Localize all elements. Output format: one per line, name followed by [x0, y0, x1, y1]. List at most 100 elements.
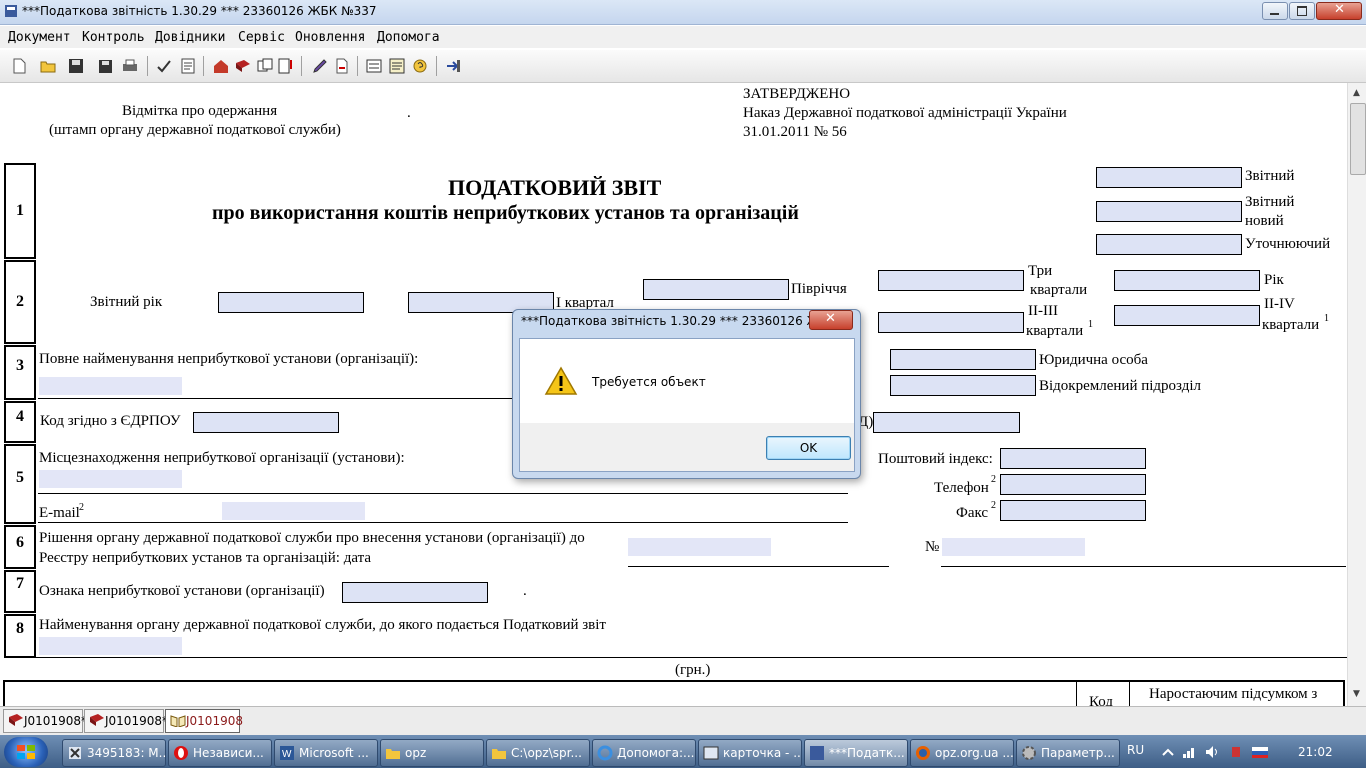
form-view-icon[interactable]	[389, 58, 405, 74]
taskbar-item[interactable]: Параметр...	[1016, 739, 1120, 767]
taskbar-item[interactable]: Допомога:...	[592, 739, 696, 767]
toolbar-separator	[436, 56, 437, 76]
expand-tray-icon[interactable]	[1160, 745, 1176, 759]
edit-icon[interactable]	[312, 58, 328, 74]
svg-text:W: W	[282, 749, 292, 760]
doc-tab-label: J0101908	[186, 714, 243, 728]
data-table: Код Наростаючим підсумком з	[3, 680, 1345, 706]
year-checkbox[interactable]	[1114, 270, 1260, 291]
settings-icon[interactable]	[366, 58, 382, 74]
order-line: Наказ Державної податкової адміністрації…	[743, 105, 1067, 121]
scroll-up-icon[interactable]: ▲	[1353, 88, 1360, 98]
tax-authority-input[interactable]	[39, 637, 182, 655]
menu-updates[interactable]: Оновлення	[295, 30, 365, 45]
scroll-down-icon[interactable]: ▼	[1353, 689, 1360, 699]
taskbar-item[interactable]: opz	[380, 739, 484, 767]
book-icon[interactable]	[235, 58, 251, 74]
dialog-close-button[interactable]: ✕	[809, 310, 853, 330]
print-icon[interactable]	[122, 58, 138, 74]
row-number: 4	[4, 401, 36, 443]
save-icon[interactable]	[68, 58, 84, 74]
phone-input[interactable]	[1000, 474, 1146, 495]
save-all-icon[interactable]	[97, 58, 113, 74]
home-icon[interactable]	[213, 58, 229, 74]
zvitnyi-novyi-checkbox[interactable]	[1096, 201, 1242, 222]
volume-icon[interactable]	[1205, 745, 1221, 759]
doc-tab-label: J0101908*	[105, 714, 168, 728]
q24-checkbox[interactable]	[1114, 305, 1260, 326]
clock[interactable]: 21:02	[1298, 745, 1333, 759]
doc-tab-active[interactable]: J0101908	[165, 709, 243, 733]
usb-icon[interactable]	[1228, 745, 1244, 759]
table-head-cumulative: Наростаючим підсумком з	[1149, 686, 1318, 702]
three-quarters-label: квартали	[1030, 282, 1088, 298]
start-button[interactable]	[4, 737, 48, 767]
taskbar-item[interactable]: W Microsoft ...	[274, 739, 378, 767]
menu-help[interactable]: Допомога	[377, 30, 440, 45]
ok-button-label: OK	[799, 441, 818, 455]
half-year-checkbox[interactable]	[643, 279, 789, 300]
three-quarters-checkbox[interactable]	[878, 270, 1024, 291]
taskbar-item[interactable]: opz.org.ua ...	[910, 739, 1014, 767]
year-label: Рік	[1264, 272, 1284, 288]
location-input[interactable]	[39, 470, 182, 488]
zvitnyi-novyi-label: Звітний	[1245, 194, 1295, 210]
language-indicator[interactable]: RU	[1127, 743, 1144, 757]
pdf-icon[interactable]	[334, 58, 350, 74]
row-number: 8	[4, 614, 36, 658]
utochniuiuchyi-checkbox[interactable]	[1096, 234, 1242, 255]
open-folder-icon[interactable]	[40, 58, 56, 74]
legal-entity-checkbox[interactable]	[890, 349, 1036, 370]
maximize-button[interactable]	[1289, 2, 1315, 20]
form-subtitle: про використання коштів неприбуткових ус…	[212, 202, 799, 224]
scroll-thumb[interactable]	[1350, 103, 1366, 175]
menu-references[interactable]: Довідники	[155, 30, 225, 45]
taskbar-item[interactable]: Независи...	[168, 739, 272, 767]
doc-tab[interactable]: J0101908*	[3, 709, 87, 733]
network-icon[interactable]	[1182, 745, 1198, 759]
decision-number-input[interactable]	[942, 538, 1085, 556]
zvitnyi-checkbox[interactable]	[1096, 167, 1242, 188]
org-sign-input[interactable]	[342, 582, 488, 603]
menu-service[interactable]: Сервіс	[238, 30, 285, 45]
warning-icon	[544, 366, 578, 395]
footnote-sup: 1	[1324, 313, 1329, 324]
taskbar-item-active[interactable]: ***Податк...	[804, 739, 908, 767]
alert-icon[interactable]	[278, 58, 294, 74]
taskbar-item[interactable]: 3495183: М...	[62, 739, 166, 767]
edrpou-input[interactable]	[193, 412, 339, 433]
divider	[38, 522, 848, 523]
report-year-input[interactable]	[218, 292, 364, 313]
check-icon[interactable]	[156, 58, 172, 74]
new-document-icon[interactable]	[11, 58, 27, 74]
exit-icon[interactable]	[445, 58, 461, 74]
doc-tab[interactable]: J0101908*	[84, 709, 168, 733]
org-name-input[interactable]	[39, 377, 182, 395]
document-list-icon[interactable]	[180, 58, 196, 74]
close-button[interactable]: ✕	[1316, 2, 1362, 20]
fax-input[interactable]	[1000, 500, 1146, 521]
copy-icon[interactable]	[257, 58, 273, 74]
decision-date-input[interactable]	[628, 538, 771, 556]
taskbar-item[interactable]: карточка - ...	[698, 739, 802, 767]
divider	[941, 566, 1346, 567]
id-code-input[interactable]	[873, 412, 1020, 433]
firefox-icon	[916, 746, 930, 760]
ok-button[interactable]: OK	[766, 436, 851, 460]
menu-bar: Документ Контроль Довідники Сервіс Оновл…	[0, 26, 1366, 48]
menu-document[interactable]: Документ	[8, 30, 71, 45]
vertical-scrollbar[interactable]: ▲ ▼	[1347, 83, 1366, 706]
branch-checkbox[interactable]	[890, 375, 1036, 396]
postal-input[interactable]	[1000, 448, 1146, 469]
half-year-label: Півріччя	[791, 281, 847, 297]
row-number: 2	[4, 260, 36, 344]
q23-checkbox[interactable]	[878, 312, 1024, 333]
menu-control[interactable]: Контроль	[82, 30, 145, 45]
flag-icon[interactable]	[1251, 745, 1269, 759]
q23-label: II-III	[1028, 303, 1058, 319]
taskbar-item[interactable]: C:\opz\spr...	[486, 739, 590, 767]
email-input[interactable]	[222, 502, 365, 520]
help-pointer-icon[interactable]	[412, 58, 428, 74]
minimize-button[interactable]	[1262, 2, 1288, 20]
dialog-title: ***Податкова звітність 1.30.29 *** 23360…	[521, 314, 852, 328]
